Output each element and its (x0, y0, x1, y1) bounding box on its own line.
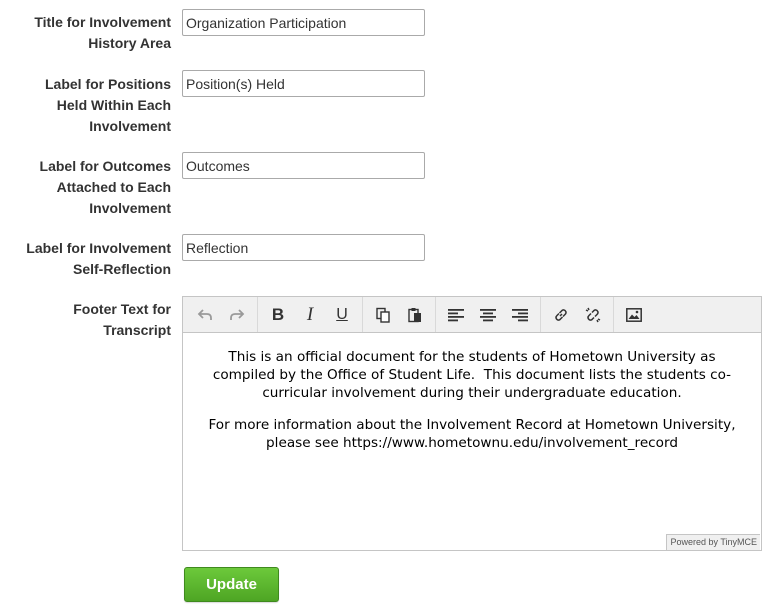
editor-content-area[interactable]: This is an official document for the stu… (183, 334, 761, 534)
format-group: B I U (258, 297, 363, 332)
reflection-input[interactable] (182, 234, 425, 261)
footer-paragraph: For more information about the Involveme… (208, 417, 740, 451)
align-center-icon[interactable] (472, 300, 504, 330)
label-line: Label for Outcomes (39, 158, 171, 174)
label-line: Involvement (89, 200, 171, 216)
undo-icon[interactable] (189, 300, 221, 330)
history-group (185, 297, 258, 332)
label-line: Label for Positions (44, 76, 171, 92)
footer-text-label: Footer Text for Transcript (73, 299, 171, 341)
history-title-label: Title for Involvement History Area (34, 12, 171, 54)
bold-icon[interactable]: B (262, 300, 294, 330)
unlink-icon[interactable] (577, 300, 609, 330)
label-line: Label for Involvement (26, 240, 171, 256)
history-title-input[interactable] (182, 9, 425, 36)
align-left-icon[interactable] (440, 300, 472, 330)
label-line: Attached to Each (56, 179, 171, 195)
clipboard-group (363, 297, 436, 332)
redo-icon[interactable] (221, 300, 253, 330)
outcomes-input[interactable] (182, 152, 425, 179)
powered-by-tinymce[interactable]: Powered by TinyMCE (666, 534, 760, 550)
outcomes-label: Label for Outcomes Attached to Each Invo… (40, 156, 171, 219)
link-group (541, 297, 614, 332)
footer-paragraph: This is an official document for the stu… (212, 349, 732, 401)
update-button[interactable]: Update (184, 567, 279, 602)
editor-toolbar: B I U (183, 297, 761, 333)
positions-label: Label for Positions Held Within Each Inv… (45, 74, 171, 137)
label-line: Self-Reflection (72, 261, 171, 277)
media-group (614, 297, 654, 332)
reflection-label: Label for Involvement Self-Reflection (26, 238, 171, 280)
link-icon[interactable] (545, 300, 577, 330)
positions-input[interactable] (182, 70, 425, 97)
footer-rich-text-editor[interactable]: B I U This is an official document for t… (182, 296, 762, 551)
image-icon[interactable] (618, 300, 650, 330)
paste-icon[interactable] (399, 300, 431, 330)
align-group (436, 297, 541, 332)
underline-icon[interactable]: U (326, 300, 358, 330)
label-line: Transcript (103, 322, 171, 338)
copy-icon[interactable] (367, 300, 399, 330)
label-line: Title for Involvement (34, 14, 171, 30)
label-line: Footer Text for (73, 301, 171, 317)
label-line: History Area (88, 35, 171, 51)
align-right-icon[interactable] (504, 300, 536, 330)
label-line: Involvement (89, 118, 171, 134)
label-line: Held Within Each (56, 97, 171, 113)
italic-icon[interactable]: I (294, 300, 326, 330)
